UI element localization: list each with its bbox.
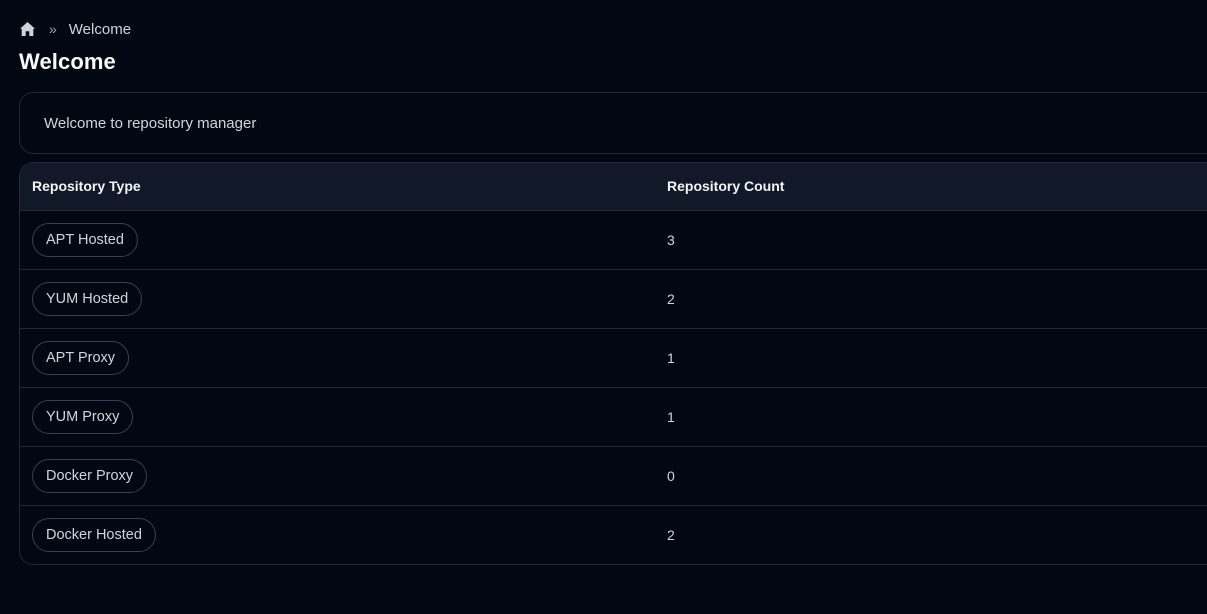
page: » Welcome Welcome Welcome to repository … (0, 0, 1207, 614)
repository-type-badge[interactable]: Docker Proxy (32, 458, 148, 493)
breadcrumb: » Welcome (19, 19, 131, 39)
repository-type-cell: APT Hosted (20, 210, 655, 269)
repository-type-cell: YUM Proxy (20, 386, 655, 446)
repository-count-cell: 0 (655, 445, 1207, 505)
column-header-repository-type: Repository Type (20, 163, 655, 211)
repository-type-badge[interactable]: YUM Proxy (32, 399, 134, 434)
breadcrumb-current: Welcome (68, 20, 132, 38)
welcome-card: Welcome to repository manager (19, 92, 1207, 154)
column-header-repository-count: Repository Count (655, 163, 1207, 211)
repository-type-badge[interactable]: YUM Hosted (32, 281, 143, 316)
table-row: APT Hosted 3 (20, 210, 1207, 269)
table-row: YUM Proxy 1 (20, 386, 1207, 446)
repository-count-cell: 1 (655, 386, 1207, 446)
table-header-row: Repository Type Repository Count (20, 163, 1207, 211)
repository-type-cell: Docker Proxy (20, 445, 655, 505)
table-row: YUM Hosted 2 (20, 268, 1207, 328)
repository-type-badge[interactable]: APT Proxy (32, 340, 130, 375)
welcome-message: Welcome to repository manager (44, 114, 257, 132)
repository-type-cell: YUM Hosted (20, 268, 655, 328)
repository-type-cell: Docker Hosted (20, 504, 655, 564)
page-title: Welcome (19, 49, 116, 74)
table-row: Docker Proxy 0 (20, 445, 1207, 505)
repository-type-badge[interactable]: APT Hosted (32, 222, 138, 257)
repository-type-badge[interactable]: Docker Hosted (32, 517, 156, 552)
repository-table: Repository Type Repository Count APT Hos… (19, 162, 1207, 565)
table-row: APT Proxy 1 (20, 327, 1207, 387)
repository-count-cell: 2 (655, 268, 1207, 328)
breadcrumb-separator: » (49, 21, 57, 37)
repository-count-cell: 1 (655, 327, 1207, 387)
home-icon[interactable] (19, 21, 36, 38)
repository-count-cell: 2 (655, 504, 1207, 564)
table-row: Docker Hosted 2 (20, 504, 1207, 564)
repository-type-cell: APT Proxy (20, 327, 655, 387)
repository-count-cell: 3 (667, 231, 675, 248)
